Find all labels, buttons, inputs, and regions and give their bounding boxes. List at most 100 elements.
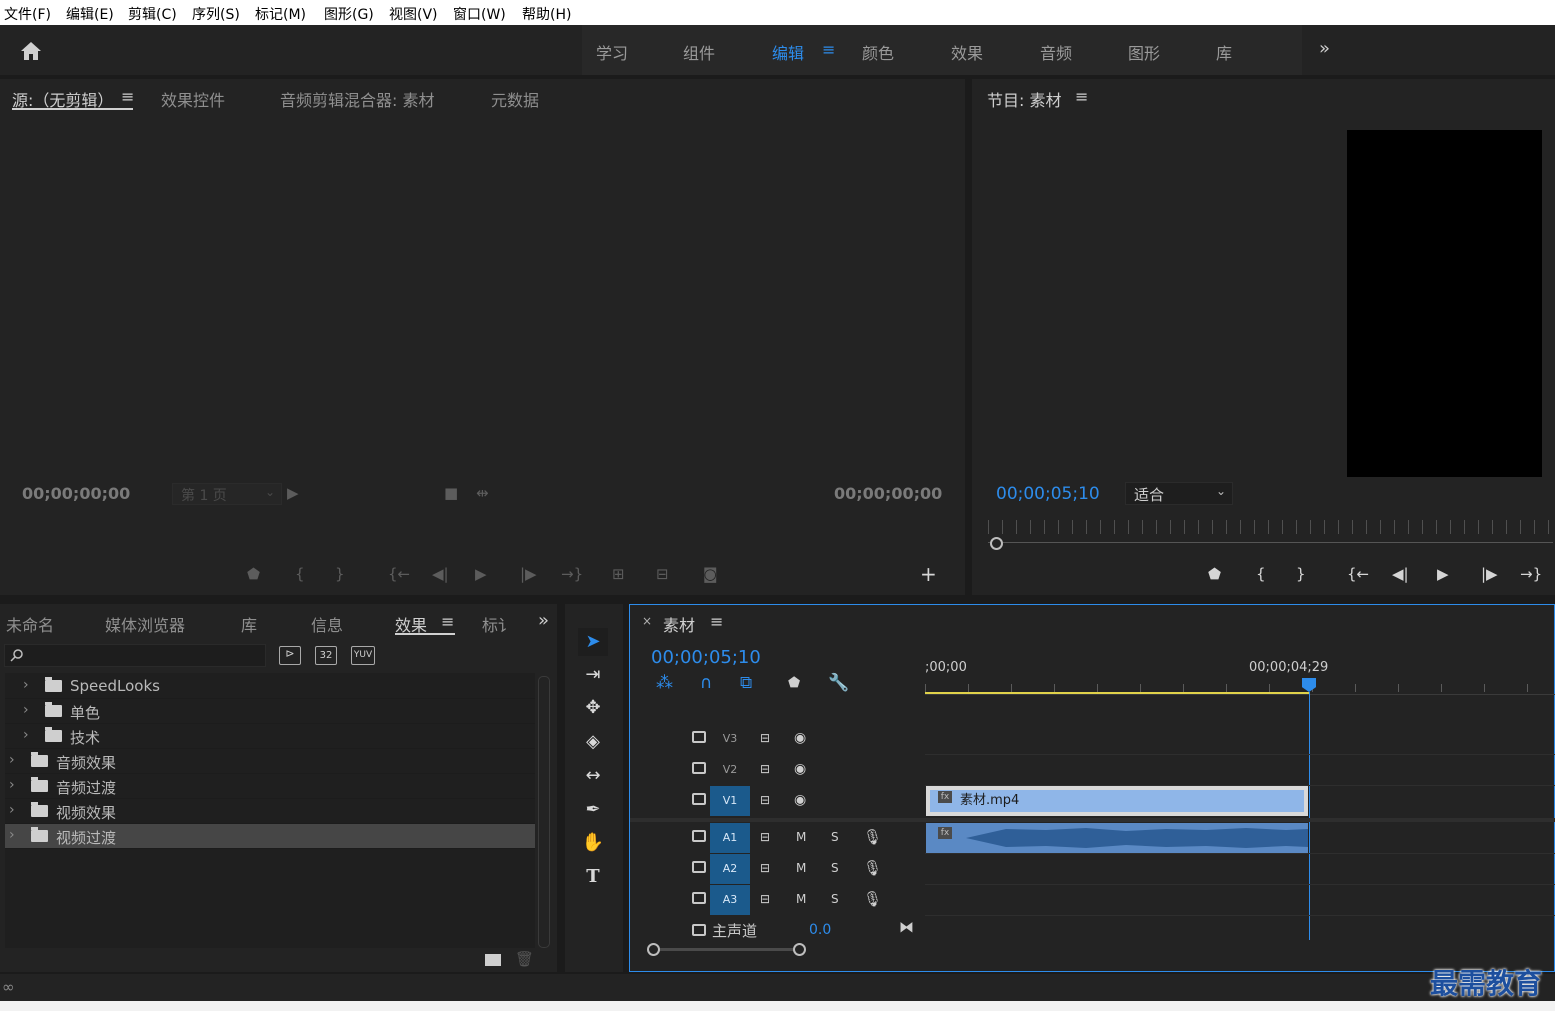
stop-icon[interactable]: ■: [444, 485, 458, 501]
track-name[interactable]: V1: [710, 786, 750, 816]
menu-edit[interactable]: 编辑(E): [66, 4, 114, 24]
next-page-icon[interactable]: ▶: [287, 485, 299, 501]
menu-marker[interactable]: 标记(M): [255, 4, 306, 24]
track-name[interactable]: V2: [710, 755, 750, 785]
zoom-select[interactable]: 适合 ⌄: [1125, 482, 1233, 505]
track-name[interactable]: A3: [710, 885, 750, 915]
menu-file[interactable]: 文件(F): [4, 4, 51, 24]
source-timecode-in[interactable]: 00;00;00;00: [22, 484, 130, 503]
timeline-zoom-handle-right[interactable]: [793, 943, 806, 956]
accelerated-effects-icon[interactable]: ⊳: [279, 646, 301, 665]
track-name[interactable]: A2: [710, 854, 750, 884]
mute-button[interactable]: M: [796, 830, 806, 844]
eye-icon[interactable]: ◉: [794, 792, 806, 808]
tree-item-speedlooks[interactable]: › SpeedLooks: [5, 674, 535, 699]
go-to-out-icon[interactable]: →}: [561, 566, 583, 582]
panel-overflow-icon[interactable]: »: [538, 610, 549, 631]
sequence-tab-menu-icon[interactable]: ≡: [710, 612, 723, 631]
page-select[interactable]: 第 1 页 ⌄: [172, 483, 282, 505]
menu-window[interactable]: 窗口(W): [453, 4, 506, 24]
solo-button[interactable]: S: [831, 830, 839, 844]
mark-out-icon[interactable]: }: [1296, 566, 1306, 582]
play-icon[interactable]: ▶: [1437, 566, 1449, 582]
marker-icon[interactable]: ⬟: [247, 566, 260, 582]
lock-icon[interactable]: [692, 924, 706, 936]
program-zoom-handle[interactable]: [990, 537, 1003, 550]
mark-in-icon[interactable]: {: [295, 566, 305, 582]
wrench-icon[interactable]: 🔧: [828, 673, 849, 693]
mute-button[interactable]: M: [796, 861, 806, 875]
sync-lock-icon[interactable]: ⊟: [760, 861, 770, 875]
tab-sequence[interactable]: 素材: [663, 612, 695, 636]
go-to-out-icon[interactable]: →}: [1520, 566, 1542, 582]
eye-icon[interactable]: ◉: [794, 730, 806, 746]
menu-clip[interactable]: 剪辑(C): [128, 4, 177, 24]
workspace-overflow-icon[interactable]: »: [1319, 38, 1330, 59]
microphone-icon[interactable]: 🎙: [863, 890, 882, 908]
effects-scrollbar[interactable]: [538, 676, 550, 948]
program-ruler[interactable]: [988, 520, 1553, 534]
menu-view[interactable]: 视图(V): [389, 4, 438, 24]
tab-project[interactable]: 未命名: [6, 612, 54, 636]
program-tab-menu-icon[interactable]: ≡: [1075, 87, 1088, 106]
tab-effect-controls[interactable]: 效果控件: [161, 87, 225, 111]
tab-markers[interactable]: 标讠: [482, 612, 514, 636]
program-monitor-video[interactable]: [1347, 130, 1542, 477]
lock-icon[interactable]: [692, 830, 706, 842]
microphone-icon[interactable]: 🎙: [863, 828, 882, 846]
home-icon[interactable]: [19, 40, 43, 62]
mark-in-icon[interactable]: {: [1256, 566, 1266, 582]
workspace-menu-icon[interactable]: ≡: [822, 40, 835, 59]
razor-tool-icon[interactable]: ◈: [578, 728, 608, 756]
menu-sequence[interactable]: 序列(S): [192, 4, 240, 24]
hand-tool-icon[interactable]: ✋: [578, 829, 608, 857]
linked-selection-icon[interactable]: ⧉: [740, 673, 752, 693]
workspace-tab-editing[interactable]: 编辑: [772, 40, 804, 64]
step-back-icon[interactable]: ◀|: [432, 566, 449, 582]
snap-icon[interactable]: ∩: [700, 673, 712, 693]
tab-program[interactable]: 节目: 素材: [987, 87, 1061, 111]
master-volume-value[interactable]: 0.0: [809, 922, 831, 938]
tree-item-audio-effects[interactable]: › 音频效果: [5, 749, 535, 774]
close-icon[interactable]: ×: [642, 614, 652, 628]
add-button-icon[interactable]: +: [920, 564, 937, 584]
tree-item-tech[interactable]: › 技术: [5, 724, 535, 749]
tab-info[interactable]: 信息: [311, 612, 343, 636]
overwrite-icon[interactable]: ⊟: [656, 566, 669, 582]
play-icon[interactable]: ▶: [475, 566, 487, 582]
lock-icon[interactable]: [692, 762, 706, 774]
eye-icon[interactable]: ◉: [794, 761, 806, 777]
workspace-tab-graphics[interactable]: 图形: [1128, 40, 1160, 64]
sync-lock-icon[interactable]: ⊟: [760, 731, 770, 745]
marker-icon[interactable]: ⬟: [1208, 566, 1221, 582]
workspace-tab-audio[interactable]: 音频: [1040, 40, 1072, 64]
timeline-timecode[interactable]: 00;00;05;10: [651, 647, 761, 668]
solo-button[interactable]: S: [831, 892, 839, 906]
tree-item-mono[interactable]: › 单色: [5, 699, 535, 724]
video-clip[interactable]: fx 素材.mp4: [926, 786, 1308, 816]
track-name[interactable]: A1: [710, 823, 750, 853]
delete-icon[interactable]: 🗑: [515, 950, 534, 968]
timeline-zoom-handle-left[interactable]: [647, 943, 660, 956]
microphone-icon[interactable]: 🎙: [863, 859, 882, 877]
menu-help[interactable]: 帮助(H): [522, 4, 571, 24]
go-to-in-icon[interactable]: {←: [1347, 566, 1369, 582]
step-forward-icon[interactable]: |▶: [1481, 566, 1498, 582]
workspace-tab-effects[interactable]: 效果: [951, 40, 983, 64]
pen-tool-icon[interactable]: ✒: [578, 796, 608, 824]
tree-item-video-transitions[interactable]: › 视频过渡: [5, 824, 535, 849]
ripple-edit-tool-icon[interactable]: ✥: [578, 694, 608, 722]
sync-lock-icon[interactable]: ⊟: [760, 762, 770, 776]
add-marker-icon[interactable]: ⬟: [788, 675, 800, 691]
yuv-effects-icon[interactable]: YUV: [351, 646, 375, 665]
solo-button[interactable]: S: [831, 861, 839, 875]
sync-lock-icon[interactable]: ⊟: [760, 793, 770, 807]
go-to-in-icon[interactable]: {←: [388, 566, 410, 582]
workspace-tab-libraries[interactable]: 库: [1216, 40, 1232, 64]
lock-icon[interactable]: [692, 793, 706, 805]
type-tool-icon[interactable]: T: [578, 863, 608, 891]
selection-tool-icon[interactable]: ➤: [578, 628, 608, 656]
source-tab-menu-icon[interactable]: ≡: [121, 87, 134, 106]
sync-lock-icon[interactable]: ⊟: [760, 830, 770, 844]
source-timecode-duration[interactable]: 00;00;00;00: [834, 484, 942, 503]
